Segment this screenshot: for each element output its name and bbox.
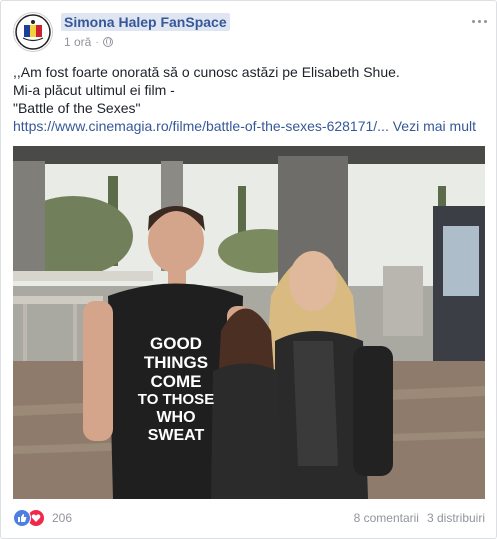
avatar-logo [15,14,51,50]
post-text-line: "Battle of the Sexes" [13,100,141,116]
svg-text:THINGS: THINGS [144,353,208,372]
post-stats: 8 comentarii 3 distribuiri [354,511,485,525]
globe-icon [102,37,113,47]
svg-text:COME: COME [151,372,202,391]
see-more-link[interactable]: Vezi mai mult [393,118,476,134]
svg-text:WHO: WHO [156,409,195,426]
svg-text:SWEAT: SWEAT [148,427,205,444]
page-avatar[interactable] [13,12,53,52]
post-time[interactable]: 1 oră [64,35,91,49]
post-text-line: ,,Am fost foarte onorată să o cunosc ast… [13,64,400,80]
more-options-icon[interactable] [469,15,489,27]
reaction-count: 206 [52,511,73,525]
post-link[interactable]: https://www.cinemagia.ro/filme/battle-of… [13,118,389,134]
comments-count-link[interactable]: 8 comentarii [354,511,419,525]
meta-separator: · [95,36,99,48]
like-icon [13,509,31,527]
post-photo[interactable]: GOOD THINGS COME TO THOSE WHO SWEAT [13,146,485,499]
post-card: Simona Halep FanSpace 1 oră · ,,Am fost … [0,0,497,539]
post-text-line: Mi-a plăcut ultimul ei film - [13,82,175,98]
svg-text:TO THOSE: TO THOSE [138,391,214,408]
post-meta: 1 oră · [64,35,113,49]
post-text: ,,Am fost foarte onorată să o cunosc ast… [13,63,488,135]
page-name-link[interactable]: Simona Halep FanSpace [61,13,230,31]
shares-count-link[interactable]: 3 distribuiri [427,511,485,525]
photo-scene: GOOD THINGS COME TO THOSE WHO SWEAT [13,146,485,499]
reactions-summary[interactable]: 206 [13,509,72,527]
svg-text:GOOD: GOOD [150,334,202,353]
